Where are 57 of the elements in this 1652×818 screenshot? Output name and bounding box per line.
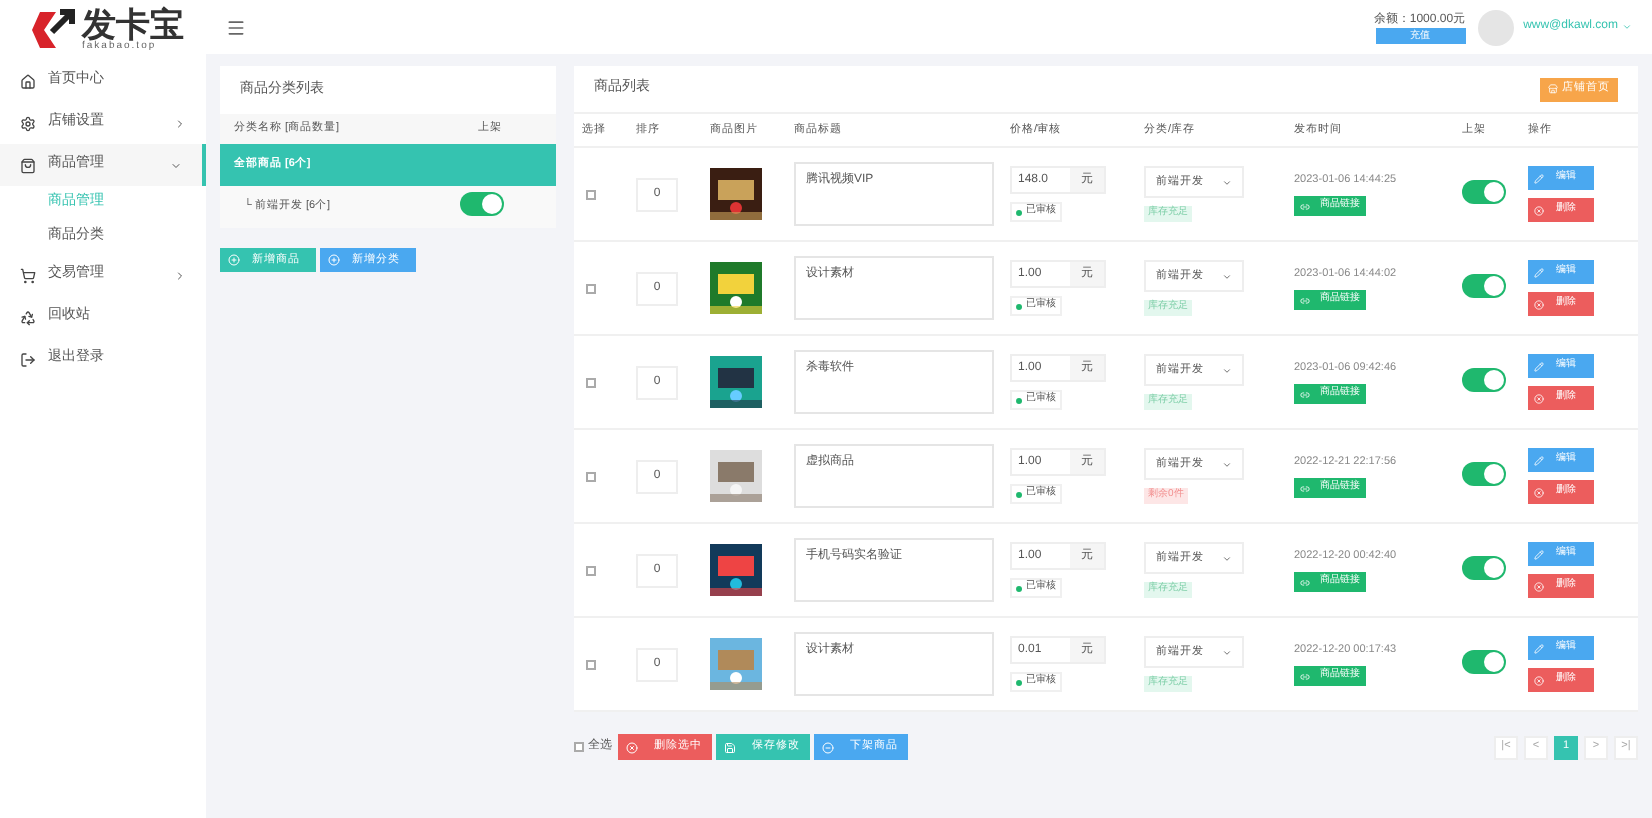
save-icon bbox=[724, 741, 736, 753]
toggle-switch[interactable] bbox=[1462, 273, 1506, 297]
toggle-switch[interactable] bbox=[1462, 461, 1506, 485]
caret-icon bbox=[1222, 365, 1232, 376]
chevron-right-icon bbox=[174, 269, 186, 281]
delete-icon bbox=[1534, 393, 1544, 403]
delete-icon bbox=[1534, 487, 1544, 497]
row-checkbox[interactable] bbox=[586, 283, 596, 293]
recycle-icon bbox=[20, 309, 36, 325]
logout-icon bbox=[20, 351, 36, 367]
pencil-icon bbox=[1534, 549, 1544, 559]
link-icon bbox=[1300, 577, 1310, 588]
caret-icon bbox=[1222, 459, 1232, 470]
store-icon bbox=[1548, 84, 1558, 94]
delete-icon bbox=[1534, 675, 1544, 685]
plus-icon bbox=[328, 254, 340, 266]
caret-icon bbox=[1222, 271, 1232, 282]
caret-icon bbox=[1622, 22, 1632, 32]
link-icon bbox=[1300, 201, 1310, 212]
menu-icon[interactable] bbox=[226, 17, 246, 37]
delete-icon bbox=[1534, 205, 1544, 215]
delete-icon bbox=[1534, 581, 1544, 591]
row-checkbox[interactable] bbox=[586, 377, 596, 387]
bag-icon bbox=[20, 157, 36, 173]
toggle-switch[interactable] bbox=[460, 192, 504, 217]
caret-icon bbox=[1222, 647, 1232, 658]
delete-icon bbox=[1534, 299, 1544, 309]
row-checkbox[interactable] bbox=[586, 189, 596, 199]
pencil-icon bbox=[1534, 267, 1544, 277]
home-icon bbox=[20, 73, 36, 89]
pencil-icon bbox=[1534, 643, 1544, 653]
logo-name: 发卡宝 bbox=[82, 8, 184, 42]
chevron-down-icon bbox=[170, 159, 182, 171]
delete-icon bbox=[626, 741, 638, 753]
chevron-right-icon bbox=[174, 117, 186, 129]
minus-icon bbox=[822, 741, 834, 753]
toggle-switch[interactable] bbox=[1462, 555, 1506, 579]
logo-icon bbox=[32, 8, 76, 52]
toggle-switch[interactable] bbox=[1462, 367, 1506, 391]
select-all-checkbox[interactable] bbox=[574, 742, 584, 752]
pencil-icon bbox=[1534, 173, 1544, 183]
link-icon bbox=[1300, 389, 1310, 400]
plus-icon bbox=[228, 254, 240, 266]
toggle-switch[interactable] bbox=[1462, 649, 1506, 673]
toggle-switch[interactable] bbox=[1462, 179, 1506, 203]
link-icon bbox=[1300, 483, 1310, 494]
cart-icon bbox=[20, 267, 36, 283]
pencil-icon bbox=[1534, 361, 1544, 371]
gear-icon bbox=[20, 115, 36, 131]
row-checkbox[interactable] bbox=[586, 565, 596, 575]
link-icon bbox=[1300, 295, 1310, 306]
caret-icon bbox=[1222, 553, 1232, 564]
row-checkbox[interactable] bbox=[586, 471, 596, 481]
pencil-icon bbox=[1534, 455, 1544, 465]
row-checkbox[interactable] bbox=[586, 659, 596, 669]
link-icon bbox=[1300, 671, 1310, 682]
caret-icon bbox=[1222, 177, 1232, 188]
